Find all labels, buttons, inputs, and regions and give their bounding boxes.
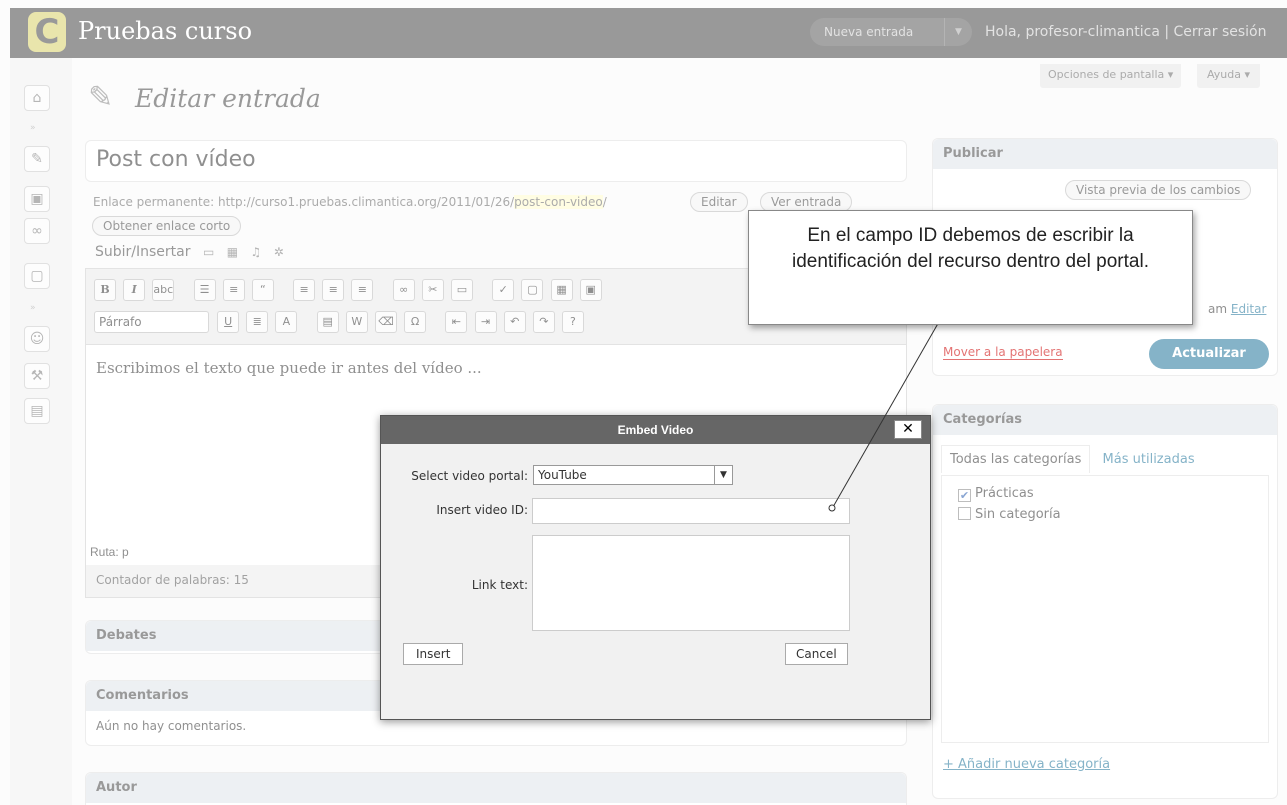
callout-pointer	[828, 319, 941, 512]
annotation-callout: En el campo ID debemos de escribir la id…	[748, 210, 1193, 325]
